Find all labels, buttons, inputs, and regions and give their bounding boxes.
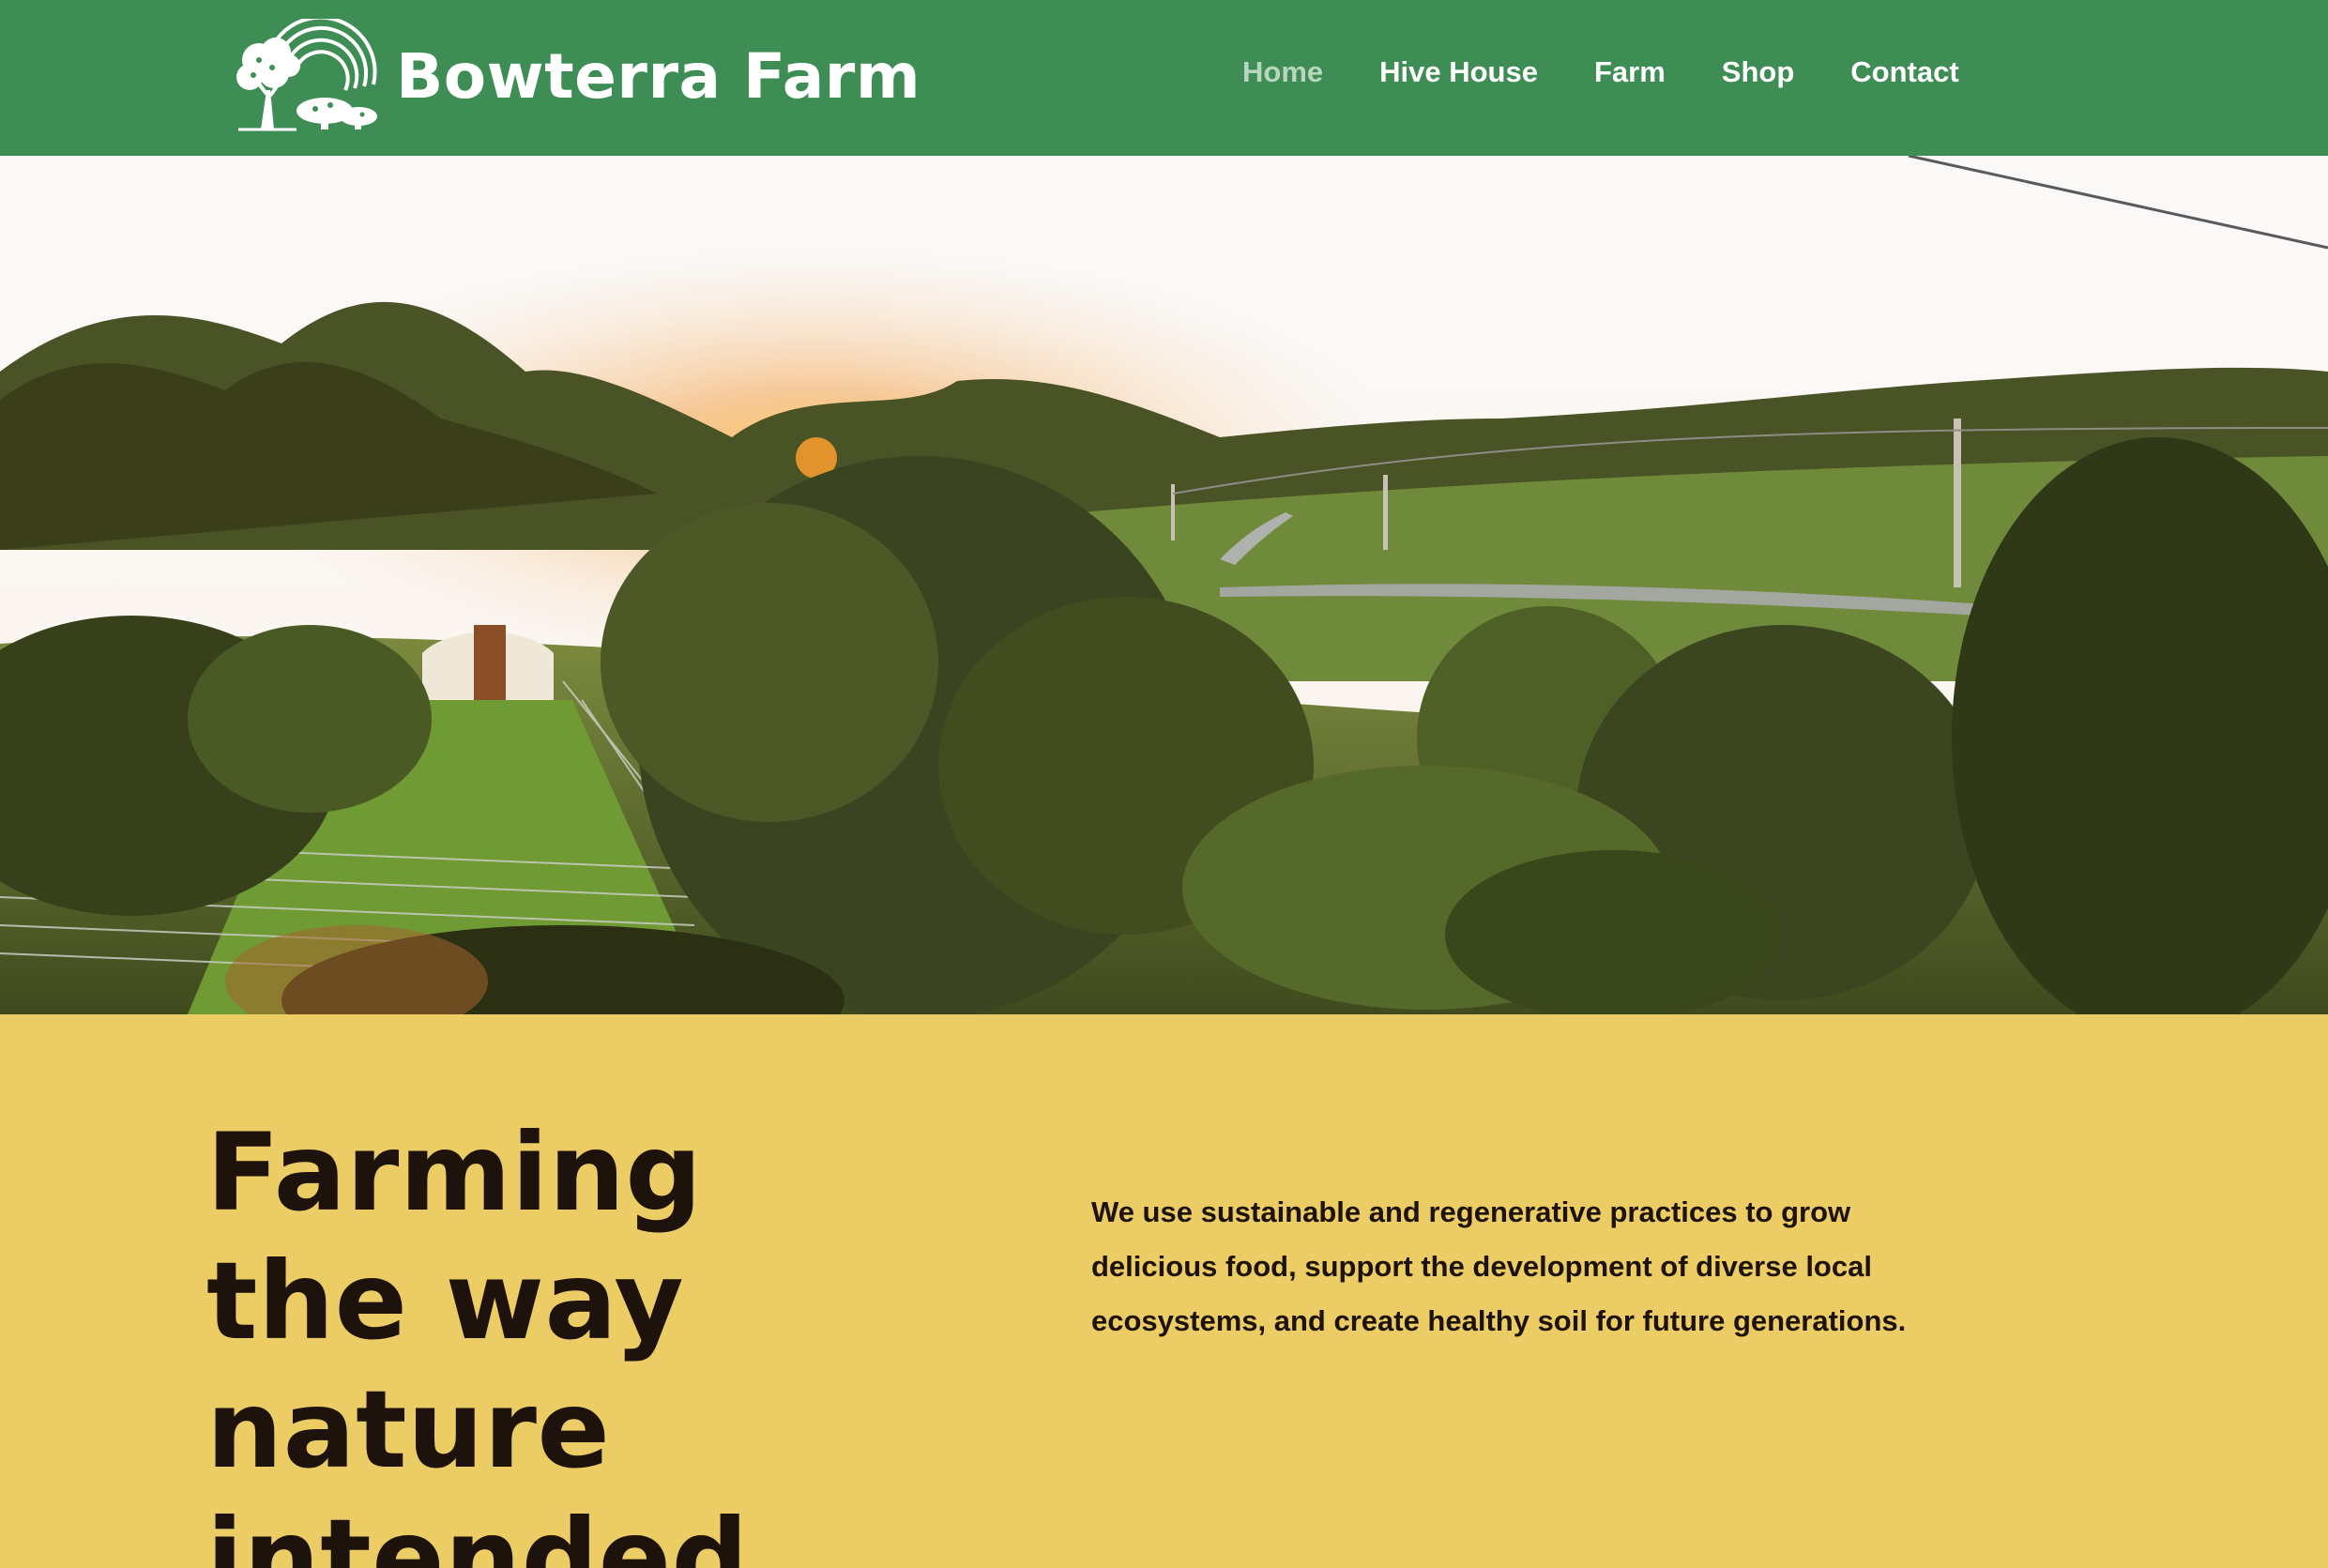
brand-link[interactable]: Bowterra Farm: [231, 17, 921, 135]
site-header: Bowterra Farm Home Hive House Farm Shop …: [0, 0, 2328, 156]
intro-description: We use sustainable and regenerative prac…: [1091, 1195, 1907, 1337]
brand-name: Bowterra Farm: [396, 39, 921, 113]
farm-landscape-illustration: [0, 156, 2328, 1014]
tree-and-rainbow-logo-icon: [236, 19, 377, 131]
nav-link-farm[interactable]: Farm: [1594, 55, 1666, 89]
hero-image: [0, 156, 2328, 1014]
intro-heading: Farming the way nature intended.: [206, 1110, 790, 1568]
nav-link-hive-house[interactable]: Hive House: [1379, 55, 1538, 89]
intro-section: Farming the way nature intended. We use …: [0, 1014, 2328, 1568]
nav-link-home[interactable]: Home: [1242, 55, 1323, 89]
nav-link-contact[interactable]: Contact: [1850, 55, 1958, 89]
main-nav: Home Hive House Farm Shop Contact: [1242, 49, 1959, 96]
nav-link-shop[interactable]: Shop: [1722, 55, 1795, 89]
